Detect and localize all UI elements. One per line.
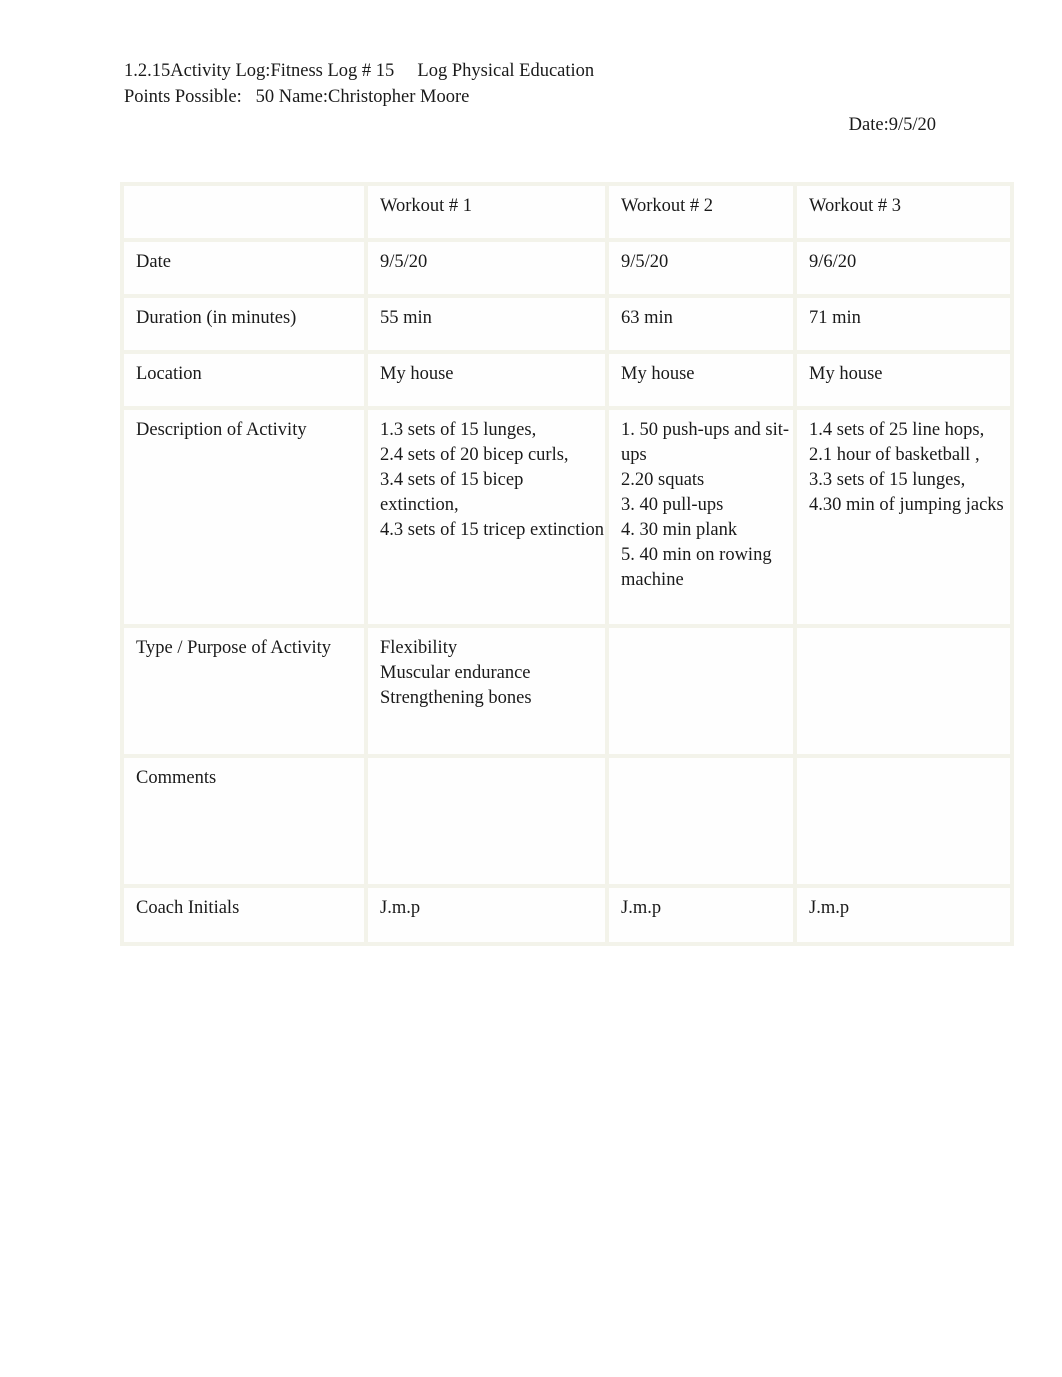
- cell-description-workout-1[interactable]: 1.3 sets of 15 lunges, 2.4 sets of 20 bi…: [364, 406, 609, 628]
- cell-description-workout-2[interactable]: 1. 50 push-ups and sit-ups 2.20 squats 3…: [605, 406, 797, 628]
- cell-type-purpose-workout-1[interactable]: Flexibility Muscular endurance Strengthe…: [364, 624, 609, 758]
- cell-location-workout-1[interactable]: My house: [364, 350, 609, 410]
- cell-location-workout-2[interactable]: My house: [605, 350, 797, 410]
- column-header-workout-1: Workout # 1: [364, 182, 609, 242]
- cell-coach-initials-workout-3[interactable]: J.m.p: [793, 884, 1014, 946]
- cell-date-workout-1[interactable]: 9/5/20: [364, 238, 609, 298]
- cell-duration-workout-1[interactable]: 55 min: [364, 294, 609, 354]
- cell-duration-workout-2[interactable]: 63 min: [605, 294, 797, 354]
- column-header-workout-2: Workout # 2: [605, 182, 797, 242]
- row-label-date: Date: [120, 238, 368, 298]
- cell-coach-initials-workout-1[interactable]: J.m.p: [364, 884, 609, 946]
- column-header-workout-3: Workout # 3: [793, 182, 1014, 242]
- cell-comments-workout-3[interactable]: [793, 754, 1014, 888]
- cell-coach-initials-workout-2[interactable]: J.m.p: [605, 884, 797, 946]
- table-row-type-purpose: Type / Purpose of Activity Flexibility M…: [120, 624, 1014, 758]
- row-label-coach-initials: Coach Initials: [120, 884, 368, 946]
- header-points-name-line: Points Possible: 50 Name:Christopher Moo…: [124, 87, 470, 107]
- cell-duration-workout-3[interactable]: 71 min: [793, 294, 1014, 354]
- table-row-coach-initials: Coach Initials J.m.p J.m.p J.m.p: [120, 884, 1014, 946]
- cell-description-workout-3[interactable]: 1.4 sets of 25 line hops, 2.1 hour of ba…: [793, 406, 1014, 628]
- table-row-date: Date 9/5/20 9/5/20 9/6/20: [120, 238, 1014, 298]
- table-row-description: Description of Activity 1.3 sets of 15 l…: [120, 406, 1014, 628]
- table-header-row: Workout # 1 Workout # 2 Workout # 3: [120, 182, 1014, 242]
- table-row-duration: Duration (in minutes) 55 min 63 min 71 m…: [120, 294, 1014, 354]
- document-header: 1.2.15Activity Log:Fitness Log # 15 Log …: [124, 58, 944, 110]
- cell-type-purpose-workout-3[interactable]: [793, 624, 1014, 758]
- activity-log-table: Workout # 1 Workout # 2 Workout # 3 Date…: [120, 182, 1014, 946]
- table-corner-cell: [120, 182, 368, 242]
- cell-comments-workout-1[interactable]: [364, 754, 609, 888]
- header-title-line: 1.2.15Activity Log:Fitness Log # 15 Log …: [124, 61, 595, 81]
- row-label-description: Description of Activity: [120, 406, 368, 628]
- cell-location-workout-3[interactable]: My house: [793, 350, 1014, 410]
- row-label-type-purpose: Type / Purpose of Activity: [120, 624, 368, 758]
- table-row-comments: Comments: [120, 754, 1014, 888]
- cell-type-purpose-workout-2[interactable]: [605, 624, 797, 758]
- row-label-duration: Duration (in minutes): [120, 294, 368, 354]
- cell-comments-workout-2[interactable]: [605, 754, 797, 888]
- header-date-line: Date:9/5/20: [848, 115, 936, 135]
- row-label-location: Location: [120, 350, 368, 410]
- cell-date-workout-3[interactable]: 9/6/20: [793, 238, 1014, 298]
- table-row-location: Location My house My house My house: [120, 350, 1014, 410]
- cell-date-workout-2[interactable]: 9/5/20: [605, 238, 797, 298]
- row-label-comments: Comments: [120, 754, 368, 888]
